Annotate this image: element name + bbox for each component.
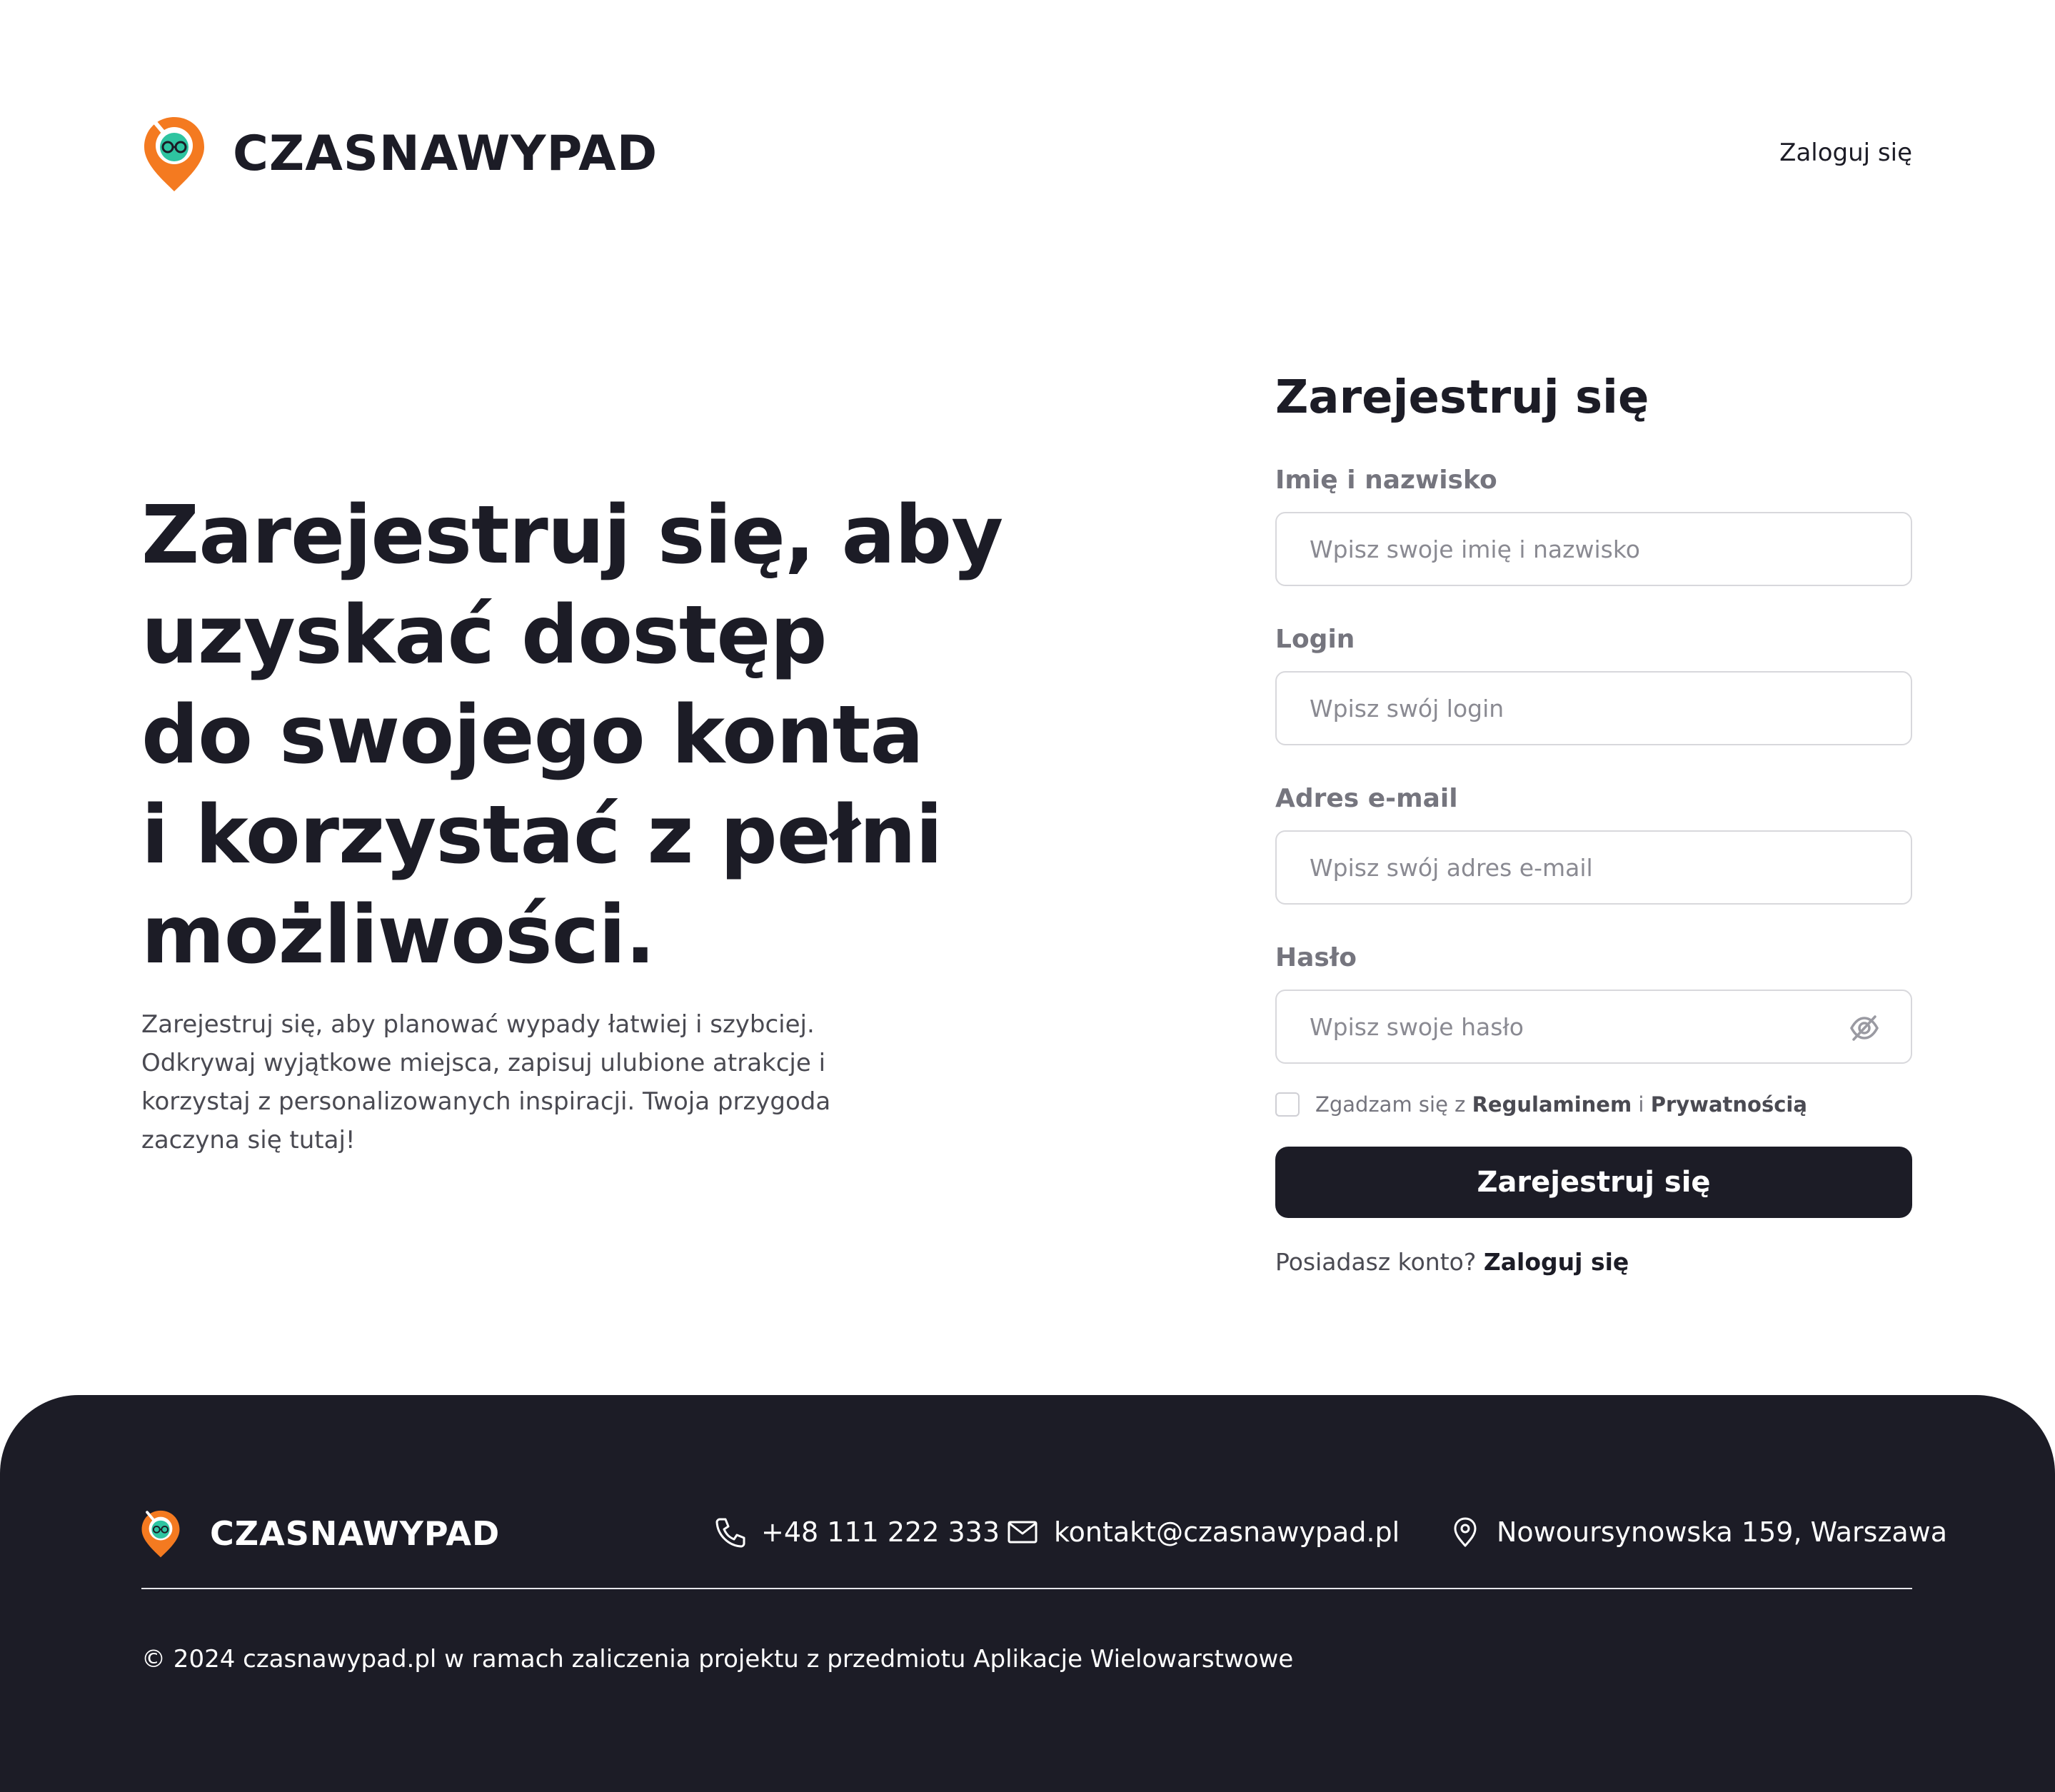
hero-title-line: możliwości. [141, 889, 655, 982]
hero-title-line: Zarejestruj się, aby [141, 489, 1003, 582]
hero-title-line: do swojego konta [141, 689, 924, 782]
terms-link[interactable]: Regulaminem [1472, 1092, 1632, 1117]
map-pin-icon [1454, 1517, 1477, 1547]
hero-title-line: uzyskać dostęp [141, 589, 827, 682]
password-field-box [1275, 990, 1912, 1064]
footer-email-text: kontakt@czasnawypad.pl [1054, 1516, 1400, 1548]
footer-phone[interactable]: +48 111 222 333 [714, 1516, 1000, 1548]
password-label: Hasło [1275, 943, 1357, 972]
privacy-link[interactable]: Prywatnością [1651, 1092, 1807, 1117]
registration-form: Zarejestruj się Imię i nazwisko Login Ad… [1275, 371, 1912, 1276]
login-field-box [1275, 671, 1912, 745]
footer-address: Nowoursynowska 159, Warszawa [1449, 1516, 1947, 1548]
terms-and: i [1638, 1092, 1644, 1117]
eye-off-icon[interactable] [1849, 1015, 1879, 1042]
footer-email[interactable]: kontakt@czasnawypad.pl [1007, 1516, 1400, 1548]
email-field-box [1275, 830, 1912, 905]
footer: CZASNAWYPAD +48 111 222 333 kontakt@czas… [0, 1395, 2055, 1792]
footer-divider [141, 1588, 1912, 1589]
footer-phone-text: +48 111 222 333 [761, 1516, 1000, 1548]
form-login-link[interactable]: Zaloguj się [1484, 1248, 1629, 1276]
have-account-text: Posiadasz konto? [1275, 1248, 1477, 1276]
email-input[interactable] [1310, 853, 1878, 882]
fullname-field-box [1275, 512, 1912, 586]
terms-checkbox[interactable] [1275, 1092, 1300, 1117]
brand-logo[interactable]: CZASNAWYPAD [141, 114, 658, 193]
hero-description: Zarejestruj się, aby planować wypady łat… [141, 1010, 831, 1154]
footer-logo[interactable]: CZASNAWYPAD [140, 1508, 500, 1559]
form-title: Zarejestruj się [1275, 371, 1649, 424]
hero-title: Zarejestruj się, aby uzyskać dostęp do s… [141, 485, 1034, 985]
hero-title-line: i korzystać z pełni [141, 789, 943, 882]
location-pin-logo-icon [141, 1510, 180, 1558]
terms-agreement: Zgadzam się z Regulaminem i Prywatnością [1275, 1092, 1912, 1117]
login-label: Login [1275, 625, 1355, 654]
header-login-link[interactable]: Zaloguj się [1779, 139, 1912, 167]
footer-brand-name: CZASNAWYPAD [210, 1514, 501, 1553]
fullname-input[interactable] [1310, 535, 1878, 563]
footer-address-text: Nowoursynowska 159, Warszawa [1497, 1516, 1948, 1548]
brand-name: CZASNAWYPAD [233, 125, 658, 182]
terms-prefix: Zgadzam się z [1315, 1092, 1466, 1117]
mail-icon [1008, 1521, 1037, 1544]
have-account-line: Posiadasz konto? Zaloguj się [1275, 1248, 1912, 1276]
login-input[interactable] [1310, 694, 1878, 723]
footer-copyright: © 2024 czasnawypad.pl w ramach zaliczeni… [141, 1645, 1294, 1673]
fullname-label: Imię i nazwisko [1275, 465, 1497, 495]
register-button[interactable]: Zarejestruj się [1275, 1147, 1912, 1218]
phone-icon [715, 1518, 745, 1548]
email-label: Adres e-mail [1275, 784, 1458, 813]
password-input[interactable] [1310, 1012, 1878, 1041]
location-pin-logo-icon [144, 117, 204, 191]
